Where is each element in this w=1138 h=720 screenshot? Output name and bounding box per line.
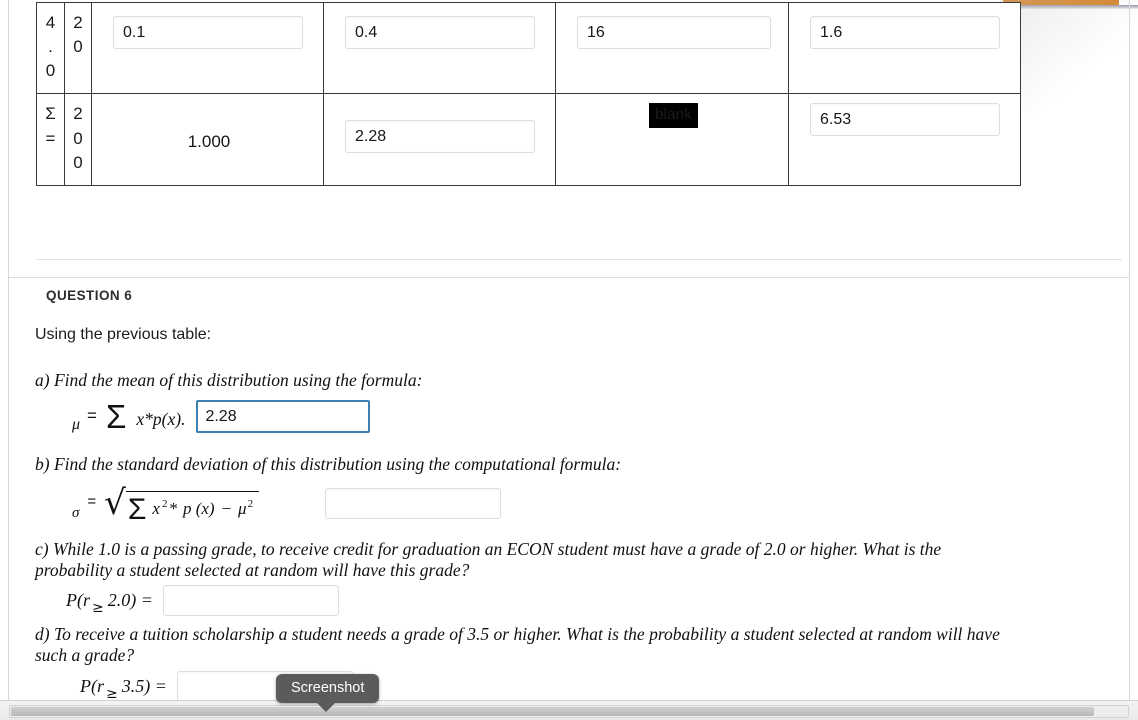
distribution-table: 4 . 0 2 0 0.1 0.4 16 1.6 Σ = 2 0 0 1.000…: [36, 1, 1021, 186]
summation-symbol-a: Σ: [105, 398, 127, 435]
equals-symbol-b: =: [87, 493, 97, 510]
cell-x-squared-total: blank: [555, 93, 789, 186]
mean-formula-row: μ = Σ x*p(x).: [72, 398, 371, 435]
part-c-prompt: c) While 1.0 is a passing grade, to rece…: [35, 539, 942, 580]
cell-x-times-p-total: [323, 93, 556, 186]
x-digit-3: 0: [45, 61, 56, 81]
cell-x-value: 4 . 0: [36, 1, 65, 95]
cell-sum-symbol: Σ =: [36, 93, 65, 186]
radicand-multiply: *: [168, 499, 177, 518]
radicand-p-of-x: p (x): [182, 499, 215, 518]
cell-x-times-p: [323, 1, 556, 95]
top-accent-shadow: [1003, 5, 1138, 9]
radicand-x-exponent: 2: [161, 498, 168, 510]
p-of-x-total-value: 1.000: [187, 132, 231, 152]
part-d-label-suffix: 3.5) =: [121, 676, 167, 696]
part-a-prompt: a) Find the mean of this distribution us…: [35, 370, 423, 390]
radicand-x: x: [152, 499, 160, 518]
part-c-label-prefix: P(r: [66, 590, 90, 610]
redacted-blank-chip: blank: [649, 103, 698, 129]
radicand-mu-exponent: 2: [247, 498, 254, 510]
part-a-answer-input[interactable]: [196, 400, 371, 433]
cell-x2-times-p: [788, 1, 1021, 95]
section-divider-thin: [36, 259, 1122, 260]
mean-formula-tail: x*p(x).: [136, 409, 186, 429]
table-row: 4 . 0 2 0: [36, 1, 1021, 95]
cell-x2-times-p-total: [788, 93, 1021, 186]
content-frame-right-edge: [1129, 0, 1130, 700]
x-digit-1: 4: [45, 13, 56, 32]
greater-equal-icon-c: ≥: [92, 599, 104, 616]
part-d-prompt: d) To receive a tuition scholarship a st…: [35, 624, 1000, 665]
part-c-answer-input[interactable]: [162, 585, 339, 616]
cell-x-squared: [555, 1, 789, 95]
summation-symbol-b: Σ: [127, 493, 147, 526]
x-times-p-total-input[interactable]: [345, 120, 535, 154]
radicand-minus: −: [220, 499, 233, 518]
radicand-expression: Σ x 2 * p (x) − μ 2: [125, 491, 260, 526]
sum-sigma-glyph: Σ: [45, 104, 56, 124]
screenshot-tooltip: Screenshot: [276, 674, 380, 712]
table-total-row: Σ = 2 0 0 1.000 2.28 blank 6.53: [36, 93, 1021, 186]
p-of-x-input[interactable]: [113, 16, 303, 49]
part-b-prompt: b) Find the standard deviation of this d…: [35, 454, 622, 474]
part-c-answer-row: P(r ≥ 2.0) =: [66, 585, 339, 616]
radicand-mu: μ: [238, 499, 247, 518]
page-root: 4 . 0 2 0 0.1 0.4 16 1.6 Σ = 2 0 0 1.000…: [0, 0, 1138, 720]
f-total-digit-1: 2: [73, 104, 83, 124]
sum-equals-glyph: =: [45, 128, 56, 148]
section-divider-full: [9, 277, 1129, 278]
part-c-label-suffix: 2.0) =: [107, 590, 153, 610]
x-squared-input[interactable]: [577, 16, 771, 49]
x2-times-p-input[interactable]: [810, 16, 1000, 49]
cell-frequency-total: 2 0 0: [64, 93, 92, 186]
cell-p-of-x-total: 1.000: [91, 93, 324, 186]
equals-symbol-a: =: [87, 405, 97, 425]
radical-sign-icon: √: [104, 483, 126, 523]
content-frame-left-edge: [8, 0, 9, 700]
f-digit-2: 0: [73, 37, 83, 57]
stddev-formula-row: σ = √ Σ x 2 * p (x) − μ 2: [72, 483, 260, 525]
sigma-symbol: σ: [72, 505, 80, 521]
part-d-label-prefix: P(r: [80, 676, 104, 696]
x-digit-2: .: [48, 37, 53, 57]
x-times-p-input[interactable]: [345, 16, 535, 49]
mu-symbol: μ: [72, 415, 81, 433]
x2-times-p-total-input[interactable]: [810, 103, 1000, 137]
square-root-group: √ Σ x 2 * p (x) − μ 2: [104, 483, 260, 525]
f-total-digit-2: 0: [73, 128, 83, 148]
question-intro: Using the previous table:: [35, 326, 212, 343]
f-digit-1: 2: [73, 13, 83, 32]
cell-p-of-x: [91, 1, 324, 95]
cell-frequency: 2 0: [64, 1, 92, 95]
part-b-answer-input[interactable]: [325, 488, 501, 519]
question-heading: QUESTION 6: [46, 288, 133, 303]
horizontal-scrollbar-thumb[interactable]: [11, 707, 1094, 716]
f-total-digit-3: 0: [73, 152, 83, 172]
